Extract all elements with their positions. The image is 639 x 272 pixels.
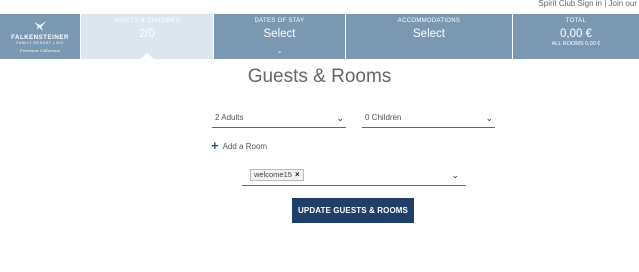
adults-select[interactable]: 2 Adults ⌄ [212,108,346,128]
step-accommodations[interactable]: ACCOMMODATIONS Select [345,14,512,59]
promo-code-tag: welcome15 × [250,169,304,181]
logo-subtitle: FAMILY RESORT LIDO [16,40,64,45]
step-value: 2/0 [139,28,155,40]
brand-logo[interactable]: FALKENSTEINER FAMILY RESORT LIDO Premium… [0,14,80,59]
active-step-pointer [139,53,155,60]
add-room-link[interactable]: + Add a Room [211,138,268,153]
page-title: Guests & Rooms [247,66,392,87]
step-label: DATES OF STAY [254,18,305,24]
chevron-down-icon[interactable]: ⌄ [451,170,459,181]
all-rooms-total: ALL ROOMS 0,00 € [551,41,601,47]
top-account-links[interactable]: Spirit Club Sign in | Join our [538,0,637,13]
step-label: ADULTS & CHILDREN [113,18,181,24]
booking-steps-header: FALKENSTEINER FAMILY RESORT LIDO Premium… [0,14,639,60]
step-label: TOTAL [565,18,587,24]
adults-selected-value: 2 Adults [215,113,244,122]
step-value: Select [263,28,296,40]
chevron-down-icon: ⌄ [485,113,493,123]
promo-code-value: welcome15 [254,170,292,179]
plus-icon: + [211,138,219,153]
step-value: Select [413,28,445,40]
add-room-label: Add a Room [222,141,268,151]
step-total[interactable]: TOTAL 0,00 € ALL ROOMS 0,00 € [512,14,639,59]
chevron-down-icon: ⌄ [336,113,344,123]
step-adults-children[interactable]: ADULTS & CHILDREN 2/0 [80,14,213,60]
step-dates-of-stay[interactable]: DATES OF STAY Select ⌄ [213,14,345,59]
step-label: ACCOMMODATIONS [397,18,461,24]
children-selected-value: 0 Children [365,113,402,122]
total-value: 0,00 € [560,28,592,40]
chevron-down-icon: ⌄ [276,48,283,55]
children-select[interactable]: 0 Children ⌄ [362,108,495,128]
logo-script: Premium Collection [19,47,61,53]
account-links-text[interactable]: Spirit Club Sign in | Join our [538,0,637,8]
update-guests-rooms-button[interactable]: UPDATE GUESTS & ROOMS [292,198,414,223]
remove-tag-icon[interactable]: × [295,170,300,180]
falcon-icon [33,20,47,31]
promo-code-select[interactable]: welcome15 × ⌄ [242,166,466,186]
